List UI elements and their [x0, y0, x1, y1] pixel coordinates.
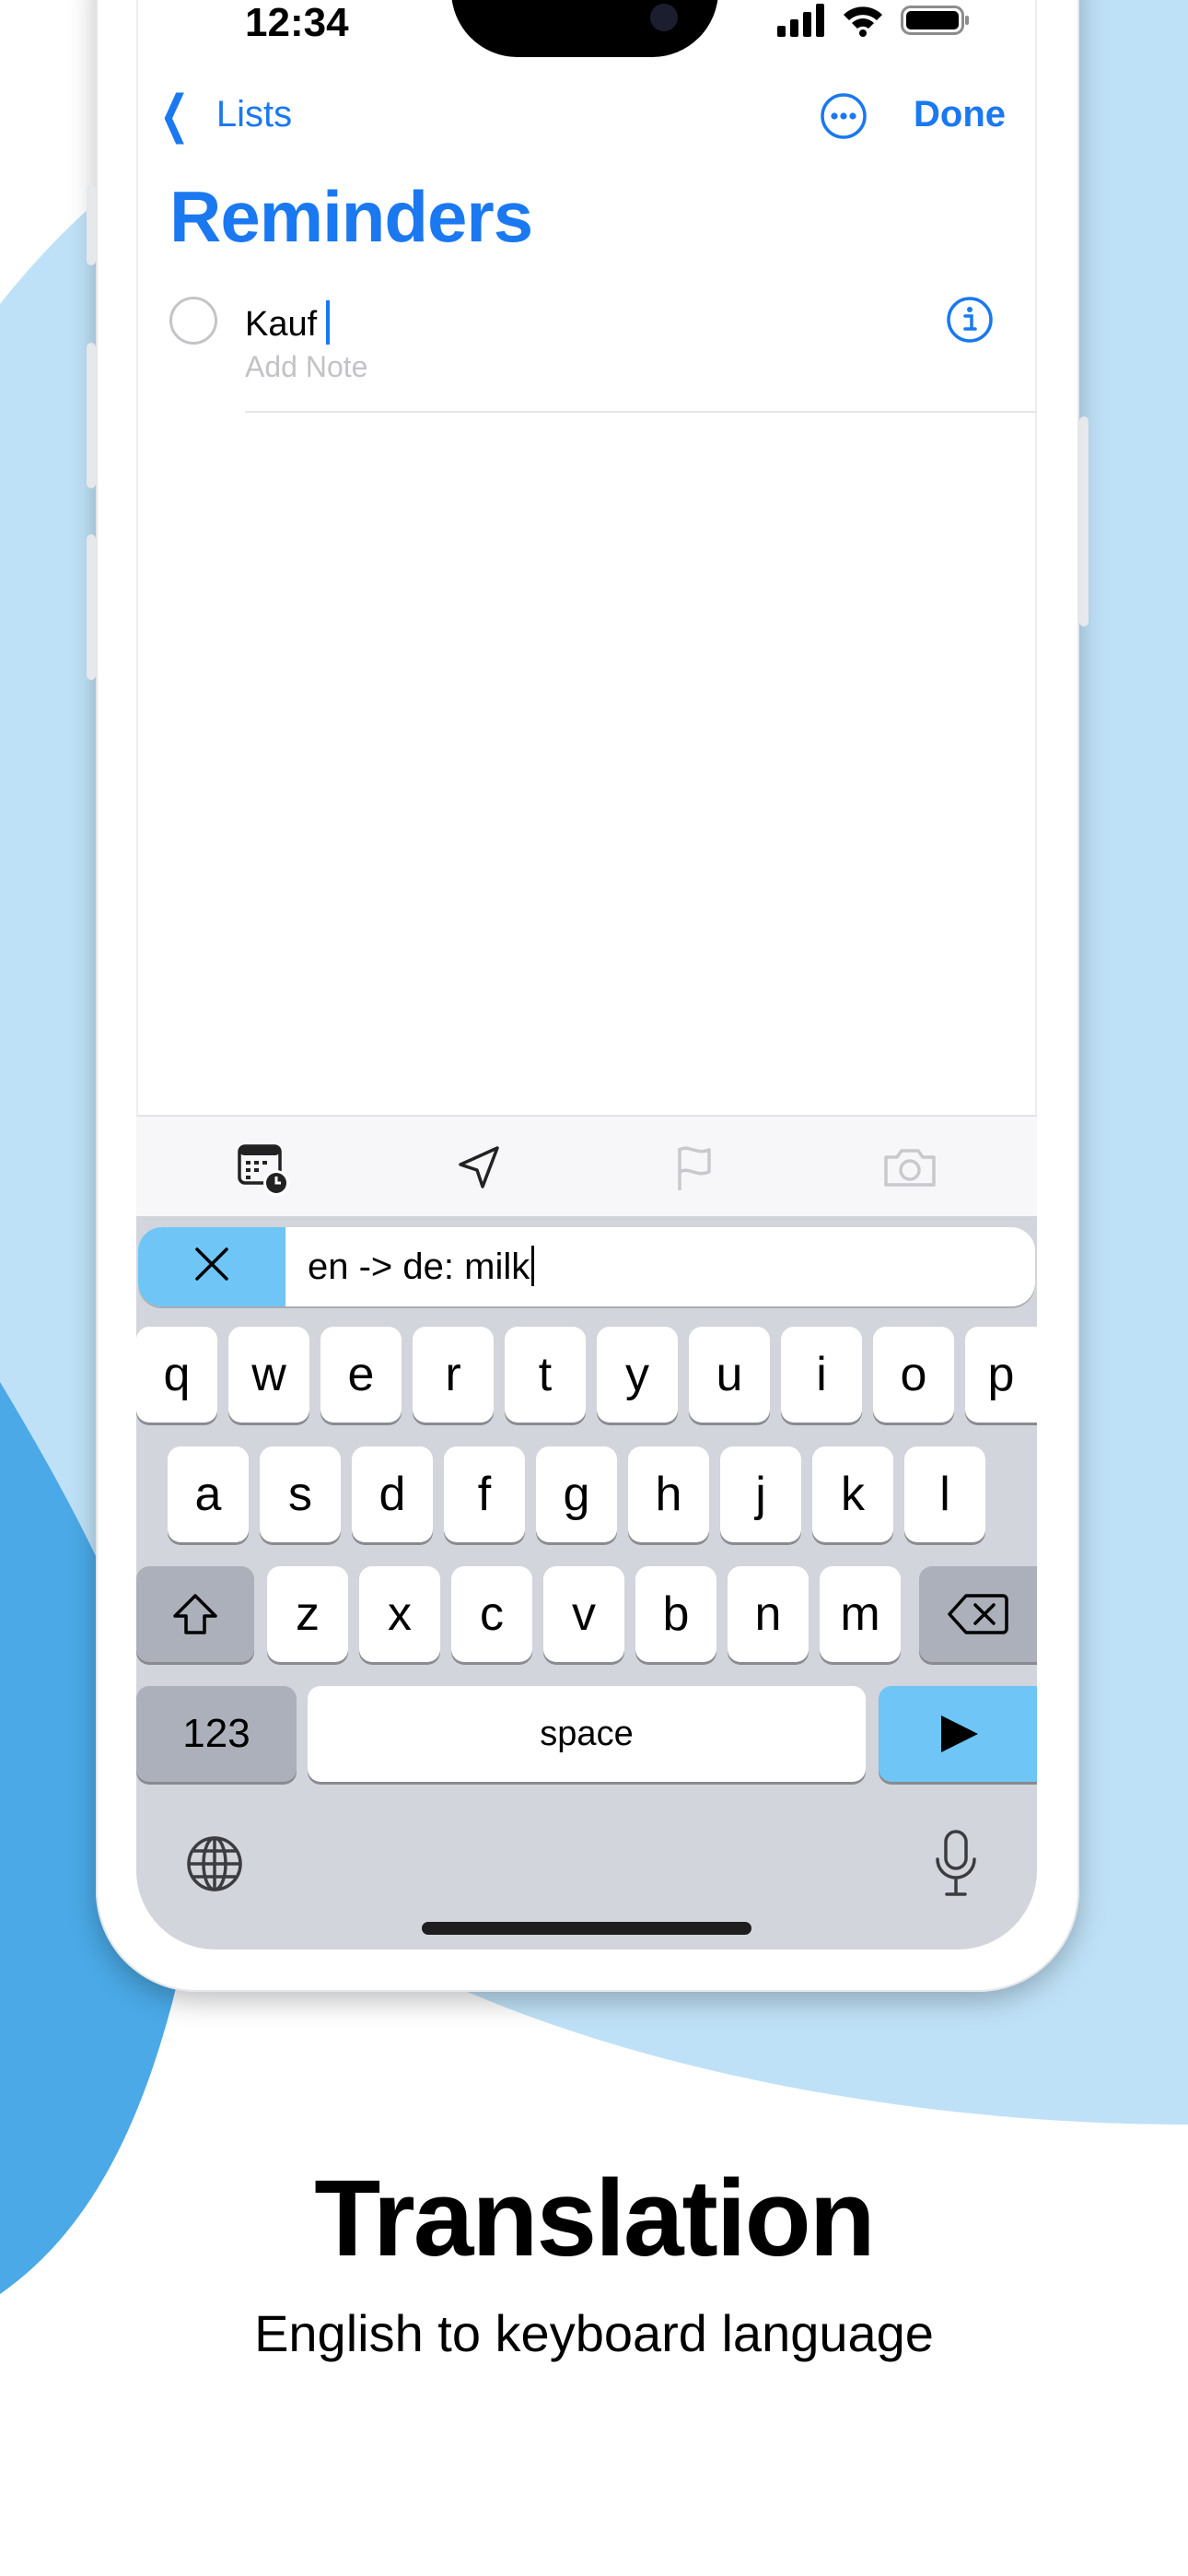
side-button: [87, 184, 96, 265]
key-e[interactable]: e: [320, 1327, 402, 1423]
key-c[interactable]: c: [451, 1566, 532, 1662]
key-o[interactable]: o: [873, 1327, 954, 1423]
key-d[interactable]: d: [352, 1446, 433, 1542]
reminder-title-text: Kauf: [245, 305, 318, 344]
translation-bar: en -> de: milk: [138, 1227, 1035, 1306]
camera-lens: [650, 4, 678, 31]
key-b[interactable]: b: [635, 1566, 716, 1662]
key-p[interactable]: p: [965, 1327, 1037, 1423]
battery-icon: [901, 6, 969, 35]
volume-down-button: [87, 534, 96, 680]
numbers-key[interactable]: 123: [136, 1686, 297, 1782]
globe-icon[interactable]: [184, 1833, 245, 1894]
list-title: Reminders: [169, 176, 533, 257]
complete-checkbox[interactable]: [169, 297, 217, 345]
info-icon[interactable]: [945, 295, 995, 345]
power-button: [1079, 416, 1089, 626]
translation-input[interactable]: en -> de: milk: [308, 1246, 535, 1288]
caption-subtitle: English to keyboard language: [254, 2304, 934, 2362]
key-t[interactable]: t: [505, 1327, 586, 1423]
phone-screen: 12:34 ❮ Lists Done Reminders Kauf Add No…: [136, 0, 1037, 1950]
calendar-clock-icon[interactable]: [234, 1139, 293, 1198]
back-label: Lists: [215, 93, 293, 135]
key-f[interactable]: f: [444, 1446, 525, 1542]
translate-send-key[interactable]: [879, 1686, 1037, 1782]
quick-toolbar: [136, 1115, 1037, 1218]
status-icons: [777, 4, 971, 37]
wifi-icon: [844, 6, 882, 37]
key-u[interactable]: u: [689, 1327, 770, 1423]
play-icon: [941, 1715, 978, 1752]
key-w[interactable]: w: [228, 1327, 309, 1423]
backspace-icon: [948, 1594, 1008, 1634]
reminder-title-input[interactable]: Kauf: [245, 300, 331, 345]
signal-icon: [777, 4, 824, 37]
key-j[interactable]: j: [720, 1446, 801, 1542]
status-time: 12:34: [245, 0, 349, 45]
key-k[interactable]: k: [812, 1446, 893, 1542]
translation-text: en -> de: milk: [308, 1247, 530, 1287]
key-l[interactable]: l: [904, 1446, 985, 1542]
shift-key[interactable]: [136, 1566, 254, 1662]
chevron-left-icon: ❮: [159, 85, 190, 143]
key-x[interactable]: x: [359, 1566, 440, 1662]
add-note-field[interactable]: Add Note: [245, 350, 367, 384]
key-m[interactable]: m: [820, 1566, 901, 1662]
key-q[interactable]: q: [136, 1327, 217, 1423]
microphone-icon[interactable]: [930, 1828, 982, 1900]
key-r[interactable]: r: [413, 1327, 494, 1423]
caption-title: Translation: [314, 2158, 875, 2279]
keyboard: en -> de: milk q w e r t y u i o p a s d…: [136, 1216, 1037, 1950]
key-g[interactable]: g: [536, 1446, 617, 1542]
key-a[interactable]: a: [168, 1446, 249, 1542]
key-s[interactable]: s: [260, 1446, 341, 1542]
key-z[interactable]: z: [267, 1566, 348, 1662]
close-icon: [195, 1247, 228, 1281]
key-n[interactable]: n: [728, 1566, 809, 1662]
camera-icon[interactable]: [880, 1139, 939, 1198]
reminder-row[interactable]: Kauf Add Note: [169, 295, 1037, 415]
volume-up-button: [87, 343, 96, 488]
shift-icon: [173, 1594, 217, 1634]
location-arrow-icon[interactable]: [449, 1139, 508, 1198]
dynamic-island: [451, 0, 718, 57]
back-button[interactable]: ❮ Lists: [153, 88, 292, 140]
home-indicator: [422, 1922, 751, 1935]
flag-icon[interactable]: [665, 1139, 724, 1198]
delete-key[interactable]: [919, 1566, 1037, 1662]
translation-caret: [531, 1246, 535, 1286]
translation-close-button[interactable]: [138, 1227, 285, 1306]
text-caret: [326, 300, 331, 345]
key-h[interactable]: h: [628, 1446, 709, 1542]
key-y[interactable]: y: [597, 1327, 678, 1423]
done-button[interactable]: Done: [914, 94, 1006, 135]
key-i[interactable]: i: [781, 1327, 862, 1423]
space-key[interactable]: space: [308, 1686, 866, 1782]
key-v[interactable]: v: [543, 1566, 624, 1662]
row-divider: [245, 411, 1037, 413]
more-options-icon[interactable]: [820, 92, 868, 140]
